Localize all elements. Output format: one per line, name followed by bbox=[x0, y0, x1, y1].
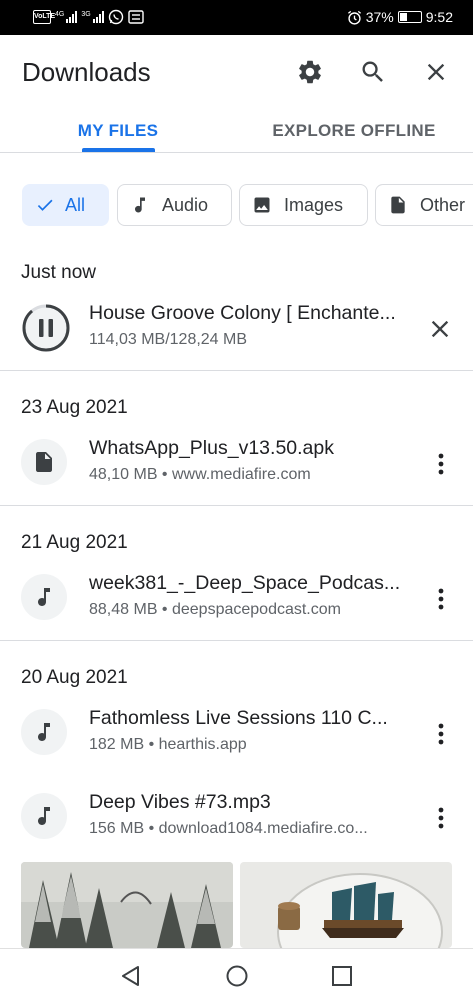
snowy-forest-image[interactable] bbox=[21, 862, 233, 948]
filter-chip-label: Images bbox=[284, 194, 344, 215]
file-thumb bbox=[21, 574, 67, 620]
music-note-icon bbox=[38, 588, 50, 606]
music-note-icon bbox=[38, 807, 50, 825]
filter-chip-label: All bbox=[65, 194, 86, 215]
download-title: WhatsApp_Plus_v13.50.apk bbox=[89, 437, 334, 459]
gallery-icon bbox=[127, 10, 144, 24]
file-icon bbox=[388, 195, 408, 215]
download-item[interactable]: Deep Vibes #73.mp3 156 MB • download1084… bbox=[0, 784, 473, 850]
download-subtitle: 156 MB • download1084.mediafire.co... bbox=[89, 820, 368, 837]
download-subtitle: 114,03 MB/128,24 MB bbox=[89, 331, 248, 348]
alarm-icon bbox=[347, 10, 361, 25]
recents-button[interactable] bbox=[328, 962, 356, 990]
more-vert-icon bbox=[438, 723, 444, 745]
signal-4g-icon: 4G bbox=[55, 11, 78, 23]
cancel-download-button[interactable] bbox=[425, 309, 455, 349]
download-title: Fathomless Live Sessions 110 C... bbox=[89, 707, 388, 729]
more-options-button[interactable] bbox=[426, 714, 456, 754]
filter-chip-label: Audio bbox=[162, 194, 209, 215]
check-icon bbox=[35, 195, 55, 215]
home-button[interactable] bbox=[223, 962, 251, 990]
music-note-icon bbox=[38, 723, 50, 741]
status-bar: VoLTE 4G 3G 37% 9:52 bbox=[0, 0, 473, 35]
more-vert-icon bbox=[438, 453, 444, 475]
status-right-icons: 37% 9:52 bbox=[347, 9, 453, 25]
battery-percent: 37% bbox=[365, 9, 394, 25]
file-thumb bbox=[21, 439, 67, 485]
whatsapp-icon bbox=[108, 9, 123, 25]
download-title: week381_-_Deep_Space_Podcas... bbox=[89, 572, 401, 594]
download-title: Deep Vibes #73.mp3 bbox=[89, 791, 271, 813]
search-icon bbox=[362, 61, 383, 82]
download-subtitle: 48,10 MB • www.mediafire.com bbox=[89, 466, 311, 483]
file-thumb bbox=[21, 793, 67, 839]
filter-chip-label: Other bbox=[420, 194, 466, 215]
filter-chip-audio[interactable]: Audio bbox=[117, 184, 232, 226]
file-thumb bbox=[21, 709, 67, 755]
pause-button[interactable] bbox=[21, 303, 71, 353]
filter-chip-images[interactable]: Images bbox=[239, 184, 368, 226]
system-nav-bar bbox=[0, 948, 473, 1000]
music-note-icon bbox=[130, 195, 150, 215]
more-options-button[interactable] bbox=[426, 798, 456, 838]
home-icon bbox=[226, 965, 248, 987]
divider bbox=[0, 640, 473, 641]
download-title: House Groove Colony [ Enchante... bbox=[89, 302, 396, 324]
back-button[interactable] bbox=[116, 962, 144, 990]
divider bbox=[0, 505, 473, 506]
download-subtitle: 88,48 MB • deepspacepodcast.com bbox=[89, 601, 341, 618]
ship-in-bottle-picture bbox=[240, 862, 452, 948]
tab-indicator bbox=[82, 148, 155, 152]
snowy-forest-picture bbox=[21, 862, 233, 948]
tab-bar: MY FILES EXPLORE OFFLINE bbox=[0, 109, 473, 153]
section-header: 20 Aug 2021 bbox=[21, 667, 128, 688]
more-vert-icon bbox=[438, 807, 444, 829]
section-header: 23 Aug 2021 bbox=[21, 397, 128, 418]
more-vert-icon bbox=[438, 588, 444, 610]
download-item[interactable]: WhatsApp_Plus_v13.50.apk 48,10 MB • www.… bbox=[0, 430, 473, 496]
close-icon bbox=[427, 63, 445, 81]
download-item-in-progress[interactable]: House Groove Colony [ Enchante... 114,03… bbox=[0, 295, 473, 361]
volte-icon: VoLTE bbox=[33, 10, 55, 24]
status-left-icons: VoLTE 4G 3G bbox=[33, 9, 144, 25]
section-header: 21 Aug 2021 bbox=[21, 532, 128, 553]
page-title: Downloads bbox=[22, 57, 151, 87]
tab-my-files[interactable]: MY FILES bbox=[62, 109, 174, 153]
filter-chip-other[interactable]: Other bbox=[375, 184, 473, 226]
battery-icon bbox=[397, 11, 422, 23]
more-options-button[interactable] bbox=[426, 444, 456, 484]
divider bbox=[0, 370, 473, 371]
close-button[interactable] bbox=[419, 55, 453, 89]
section-header: Just now bbox=[21, 262, 96, 283]
signal-3g-icon: 3G bbox=[81, 11, 104, 23]
back-icon bbox=[122, 966, 139, 986]
search-button[interactable] bbox=[356, 55, 390, 89]
download-item[interactable]: week381_-_Deep_Space_Podcas... 88,48 MB … bbox=[0, 565, 473, 631]
clock: 9:52 bbox=[425, 9, 453, 25]
settings-button[interactable] bbox=[293, 55, 327, 89]
download-subtitle: 182 MB • hearthis.app bbox=[89, 736, 247, 753]
recents-icon bbox=[332, 966, 352, 986]
app-bar: Downloads bbox=[0, 35, 473, 109]
ship-in-bottle-image[interactable] bbox=[240, 862, 452, 948]
image-icon bbox=[252, 195, 272, 215]
close-icon bbox=[431, 320, 449, 338]
settings-icon bbox=[299, 60, 321, 84]
download-item[interactable]: Fathomless Live Sessions 110 C... 182 MB… bbox=[0, 700, 473, 766]
tab-explore-offline[interactable]: EXPLORE OFFLINE bbox=[262, 109, 446, 153]
file-icon bbox=[36, 452, 52, 472]
more-options-button[interactable] bbox=[426, 579, 456, 619]
filter-chip-all[interactable]: All bbox=[22, 184, 109, 226]
